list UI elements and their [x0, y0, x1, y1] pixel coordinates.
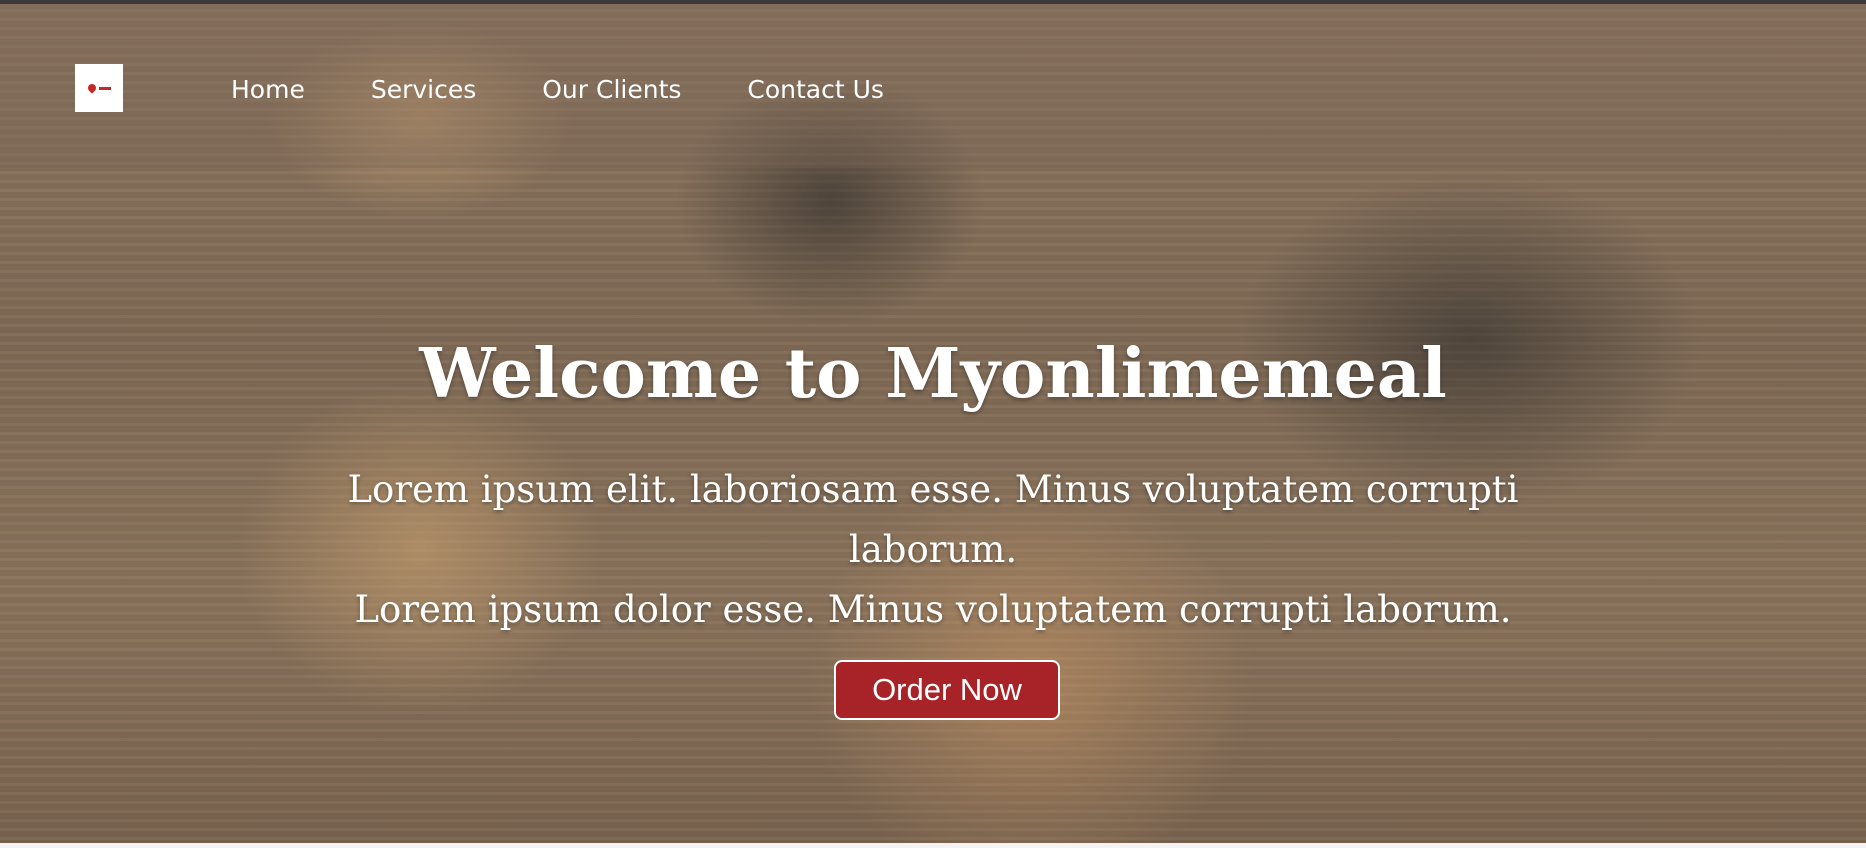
- site-header: Home Services Our Clients Contact Us: [0, 4, 1866, 168]
- hero-description-line-2: Lorem ipsum dolor esse. Minus voluptatem…: [354, 588, 1512, 631]
- nav-services-link[interactable]: Services: [371, 72, 476, 108]
- hero-description: Lorem ipsum elit. laboriosam esse. Minus…: [333, 460, 1533, 640]
- hero-description-line-1: Lorem ipsum elit. laboriosam esse. Minus…: [347, 468, 1519, 571]
- hero-title: Welcome to Myonlimemeal: [419, 334, 1447, 414]
- logo-wordmark: [98, 86, 111, 90]
- nav-contact-us-link[interactable]: Contact Us: [747, 72, 884, 108]
- site-logo[interactable]: [75, 64, 123, 112]
- nav-our-clients-link[interactable]: Our Clients: [542, 72, 681, 108]
- order-now-button[interactable]: Order Now: [834, 660, 1060, 720]
- page-bottom-strip: [0, 843, 1866, 848]
- hero-background: Home Services Our Clients Contact Us Wel…: [0, 0, 1866, 843]
- nav-home-link[interactable]: Home: [231, 72, 305, 108]
- location-pin-icon: [85, 82, 98, 94]
- main-nav: Home Services Our Clients Contact Us: [231, 72, 884, 108]
